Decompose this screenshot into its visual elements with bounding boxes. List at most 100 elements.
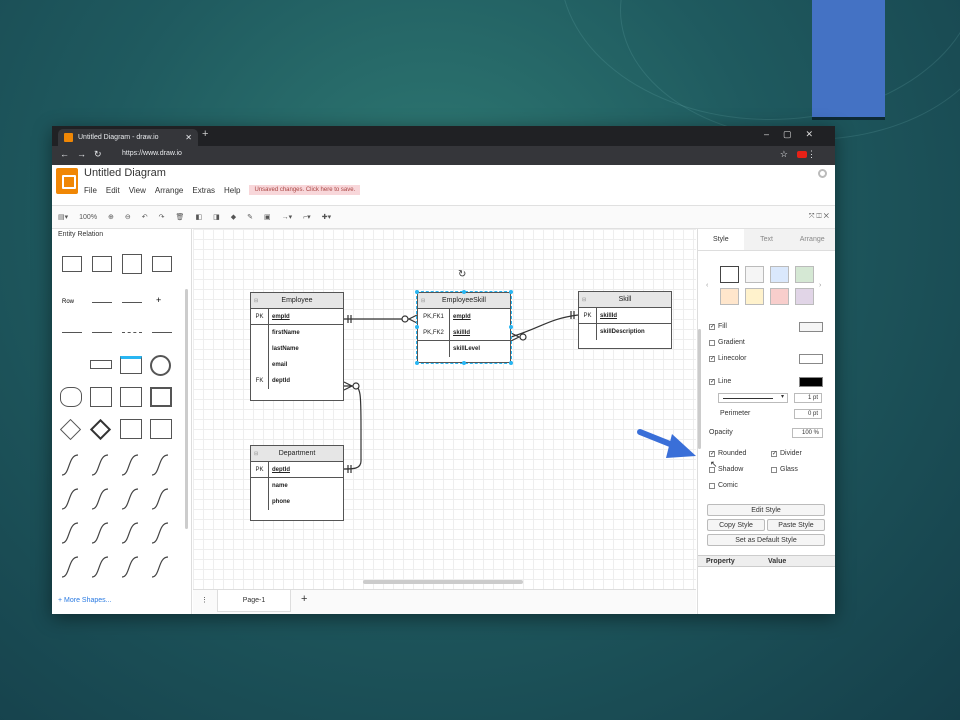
zoom-in-icon[interactable]: ⊕: [108, 213, 114, 221]
redo-icon[interactable]: ↷: [159, 213, 165, 221]
zoom-level[interactable]: 100%: [79, 214, 97, 221]
table-row[interactable]: PK,FK1 empId: [418, 309, 510, 325]
checkbox-checked[interactable]: ✓: [709, 323, 715, 330]
opacity-input[interactable]: 100 %: [792, 428, 823, 438]
close-tab-icon[interactable]: ✕: [185, 129, 192, 146]
resize-handle[interactable]: [509, 361, 513, 365]
checkbox-checked[interactable]: ✓: [771, 450, 777, 457]
shape-relation-thumb[interactable]: [92, 332, 112, 333]
shape-cloud-thumb[interactable]: [60, 387, 82, 407]
table-row[interactable]: name: [251, 478, 343, 494]
browser-extension-icons[interactable]: ☆ ⋮: [780, 149, 825, 160]
shape-relation-thumb[interactable]: [122, 332, 142, 333]
pages-menu-icon[interactable]: ⋮: [201, 596, 208, 604]
unsaved-changes-notice[interactable]: Unsaved changes. Click here to save.: [249, 185, 361, 195]
menu-file[interactable]: File: [84, 186, 97, 195]
checkbox-unchecked[interactable]: [709, 482, 715, 489]
more-shapes-link[interactable]: + More Shapes...: [58, 597, 112, 604]
chevron-left-icon[interactable]: ‹: [706, 282, 708, 289]
shape-line-thumb[interactable]: [122, 302, 142, 303]
add-page-icon[interactable]: +: [301, 593, 307, 605]
checkbox-checked[interactable]: ✓: [709, 355, 715, 362]
tab-style[interactable]: Style: [698, 229, 744, 250]
fullscreen-icon[interactable]: ⤧ ◫ ✕: [809, 213, 829, 221]
copy-style-button[interactable]: Copy Style: [707, 519, 765, 531]
shape-note-thumb[interactable]: [150, 419, 172, 439]
to-front-icon[interactable]: ◧: [195, 213, 202, 221]
shape-entity-thumb[interactable]: [120, 387, 142, 407]
shape-entity-thumb[interactable]: [90, 387, 112, 407]
line-color-checkbox[interactable]: ✓ Linecolor: [709, 355, 746, 362]
shape-table-thumb[interactable]: [152, 256, 172, 272]
shape-circle-thumb[interactable]: [150, 355, 171, 376]
shape-curve-grid[interactable]: [58, 451, 184, 581]
line-checkbox[interactable]: ✓ Line: [709, 378, 731, 385]
checkbox-unchecked[interactable]: [771, 466, 777, 473]
insert-icon[interactable]: ✚▾: [322, 213, 331, 221]
undo-icon[interactable]: ↶: [142, 213, 148, 221]
tab-arrange[interactable]: Arrange: [789, 229, 835, 250]
chevron-right-icon[interactable]: ›: [819, 282, 821, 289]
menu-view[interactable]: View: [129, 186, 146, 195]
glass-checkbox[interactable]: Glass: [771, 466, 798, 473]
table-row[interactable]: skillLevel: [418, 341, 510, 357]
tab-text[interactable]: Text: [743, 229, 790, 250]
employee-skill-table[interactable]: ⊟ EmployeeSkill PK,FK1 empId PK,FK2 skillId…: [416, 291, 512, 364]
resize-handle[interactable]: [415, 325, 419, 329]
shape-attribute-thumb[interactable]: [90, 360, 112, 369]
rotate-handle-icon[interactable]: ↻: [458, 269, 466, 280]
style-swatch[interactable]: [770, 288, 789, 305]
resize-handle[interactable]: [509, 325, 513, 329]
line-color-picker[interactable]: [799, 354, 823, 364]
zoom-out-icon[interactable]: ⊖: [125, 213, 131, 221]
checkbox-checked[interactable]: ✓: [709, 450, 715, 457]
browser-tab[interactable]: Untitled Diagram - draw.io ✕: [58, 129, 198, 146]
navigation-icons[interactable]: ←→↻: [60, 149, 110, 160]
shape-line-thumb[interactable]: [92, 302, 112, 303]
employee-table[interactable]: ⊟ Employee PK empId firstName lastName ema…: [250, 292, 344, 401]
fill-color-icon[interactable]: ◆: [231, 213, 236, 221]
perimeter-input[interactable]: 0 pt: [794, 409, 822, 419]
new-tab-icon[interactable]: +: [202, 128, 208, 140]
menu-help[interactable]: Help: [224, 186, 240, 195]
table-row[interactable]: lastName: [251, 341, 343, 357]
gradient-checkbox[interactable]: Gradient: [709, 339, 745, 346]
delete-icon[interactable]: 🗑: [176, 213, 185, 221]
waypoints-icon[interactable]: ⌐▾: [303, 213, 311, 221]
table-row[interactable]: email: [251, 357, 343, 373]
checkbox-unchecked[interactable]: [709, 339, 715, 346]
table-row[interactable]: PK deptId: [251, 462, 343, 478]
line-width-input[interactable]: 1 pt: [794, 393, 822, 403]
connection-icon[interactable]: →▾: [282, 213, 293, 221]
resize-handle[interactable]: [462, 361, 466, 365]
shape-relation-thumb[interactable]: [152, 332, 172, 333]
shape-diamond-thumb[interactable]: [89, 418, 112, 441]
resize-handle[interactable]: [462, 290, 466, 294]
shape-window-thumb[interactable]: [120, 356, 142, 374]
window-controls[interactable]: –▢✕: [764, 129, 827, 140]
diagram-canvas[interactable]: ⊟ Employee PK empId firstName lastName ema…: [193, 229, 696, 589]
table-row[interactable]: firstName: [251, 325, 343, 341]
url-field[interactable]: https://www.draw.io: [122, 150, 182, 157]
resize-handle[interactable]: [509, 290, 513, 294]
settings-icon[interactable]: [818, 169, 827, 178]
shape-plus-thumb[interactable]: +: [156, 295, 161, 305]
line-stroke-color[interactable]: [799, 377, 823, 387]
youtube-icon[interactable]: [797, 151, 807, 159]
table-row[interactable]: FK deptId: [251, 373, 343, 389]
page-tab[interactable]: Page-1: [217, 590, 291, 612]
menu-arrange[interactable]: Arrange: [155, 186, 183, 195]
fill-color-picker[interactable]: [799, 322, 823, 332]
style-swatch[interactable]: [745, 266, 764, 283]
canvas-horizontal-scrollbar[interactable]: [363, 580, 523, 584]
shape-entity-thumb[interactable]: [150, 387, 172, 407]
shape-diamond-thumb[interactable]: [59, 418, 82, 441]
shadow-icon[interactable]: ▣: [264, 213, 271, 221]
style-swatch[interactable]: [720, 266, 739, 283]
shapes-section-title[interactable]: Entity Relation: [52, 229, 191, 240]
fill-checkbox[interactable]: ✓ Fill: [709, 323, 727, 330]
shape-table-thumb[interactable]: [120, 419, 142, 439]
document-title[interactable]: Untitled Diagram: [84, 167, 166, 179]
collapse-icon[interactable]: ⊟: [582, 292, 586, 308]
table-row[interactable]: PK,FK2 skillId: [418, 325, 510, 341]
